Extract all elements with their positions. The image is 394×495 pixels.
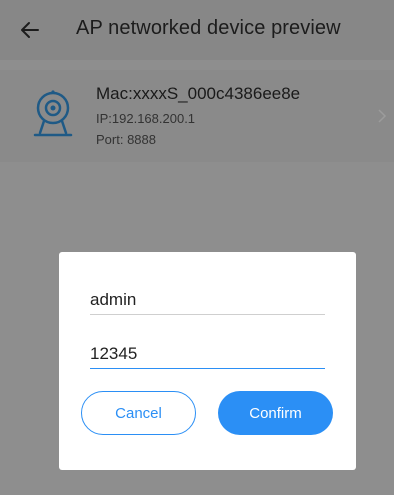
device-mac: Mac:xxxxS_000c4386ee8e xyxy=(96,84,301,103)
camera-icon xyxy=(33,90,73,137)
confirm-button[interactable]: Confirm xyxy=(218,391,333,435)
app-bar: AP networked device preview xyxy=(0,0,394,60)
device-list-item[interactable]: Mac:xxxxS_000c4386ee8e IP:192.168.200.1 … xyxy=(0,70,394,162)
device-port: Port: 8888 xyxy=(96,132,156,147)
device-ip: IP:192.168.200.1 xyxy=(96,111,196,126)
username-input[interactable] xyxy=(90,286,325,315)
login-dialog: Cancel Confirm xyxy=(59,252,356,470)
chevron-right-icon xyxy=(378,109,387,123)
back-arrow-icon[interactable] xyxy=(18,18,42,42)
cancel-button[interactable]: Cancel xyxy=(81,391,196,435)
password-input[interactable] xyxy=(90,340,325,369)
page-title: AP networked device preview xyxy=(76,17,341,39)
